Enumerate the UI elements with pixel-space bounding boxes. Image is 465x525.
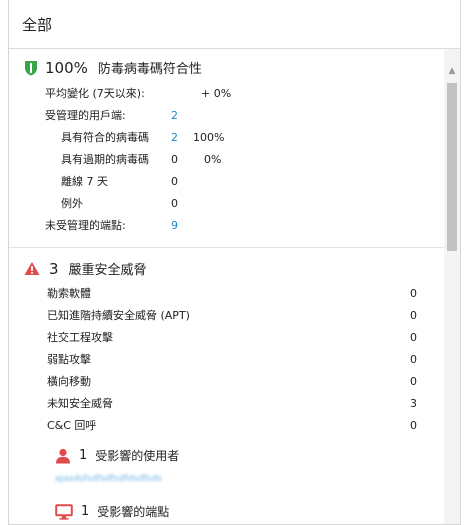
affected-users-label: 受影響的使用者 (95, 449, 180, 463)
avg-change-value: + 0% (201, 87, 232, 100)
compliant-pattern-label: 具有符合的病毒碼 (61, 131, 149, 144)
affected-endpoints-count: 1 (81, 504, 90, 519)
affected-endpoints-label: 受影響的端點 (97, 505, 170, 519)
avg-change-row: 平均變化 (7天以來): + 0% (45, 85, 245, 103)
vertical-scrollbar[interactable]: ▲ (444, 49, 460, 524)
unmanaged-endpoints-row: 未受管理的端點: 9 (45, 217, 245, 235)
widget-content: 100% 防毒病毒碼符合性 平均變化 (7天以來): + 0% 受管理的用戶端:… (9, 49, 444, 524)
threat-label: 勒索軟體 (47, 287, 91, 300)
threat-row-unknown: 未知安全威脅 3 (47, 395, 417, 413)
scroll-up-arrow[interactable]: ▲ (444, 63, 460, 79)
widget-title: 全部 (22, 15, 53, 34)
unmanaged-endpoints-label: 未受管理的端點: (45, 219, 126, 232)
affected-endpoints-title: 1 受影響的端點 (55, 503, 169, 520)
section-divider (9, 247, 444, 248)
outdated-pattern-percent: 0% (204, 153, 222, 166)
threat-row-ransomware: 勒索軟體 0 (47, 285, 417, 303)
unmanaged-endpoints-link[interactable]: 9 (171, 217, 178, 235)
antivirus-percent: 100% (45, 58, 88, 77)
threat-label: 社交工程攻擊 (47, 331, 113, 344)
compliant-pattern-row: 具有符合的病毒碼 2 100% (61, 129, 261, 147)
scrollbar-thumb[interactable] (447, 83, 457, 251)
threat-row-cc-callback: C&C 回呼 0 (47, 417, 417, 435)
threat-label: C&C 回呼 (47, 419, 97, 432)
threat-row-apt: 已知進階持續安全威脅 (APT) 0 (47, 307, 417, 325)
outdated-pattern-value: 0 (171, 153, 178, 166)
threat-label: 已知進階持續安全威脅 (APT) (47, 309, 190, 322)
threat-value: 0 (410, 309, 417, 322)
antivirus-section-title: 100% 防毒病毒碼符合性 (24, 58, 202, 77)
exceptions-value: 0 (171, 197, 178, 210)
managed-clients-row: 受管理的用戶端: 2 (45, 107, 245, 125)
exceptions-label: 例外 (61, 197, 83, 210)
threat-value: 0 (410, 419, 417, 432)
threats-title: 嚴重安全威脅 (68, 263, 147, 278)
threat-label: 弱點攻擊 (47, 353, 91, 366)
offline-7days-value: 0 (171, 175, 178, 188)
threat-value: 0 (410, 375, 417, 388)
threat-value: 0 (410, 287, 417, 300)
warning-triangle-icon (24, 261, 40, 276)
compliant-pattern-percent: 100% (193, 131, 225, 144)
offline-7days-label: 離線 7 天 (61, 175, 108, 188)
avg-change-label: 平均變化 (7天以來): (45, 87, 145, 100)
threat-row-vulnerability: 弱點攻擊 0 (47, 351, 417, 369)
user-icon (55, 448, 71, 464)
dashboard-widget: 全部 100% 防毒病毒碼符合性 平均變化 (7天以來): + 0% 受管理的用… (8, 0, 461, 525)
outdated-pattern-label: 具有過期的病毒碼 (61, 153, 149, 166)
threat-label: 橫向移動 (47, 375, 91, 388)
antivirus-title: 防毒病毒碼符合性 (97, 62, 202, 77)
widget-header: 全部 (9, 0, 460, 49)
threat-row-social-engineering: 社交工程攻擊 0 (47, 329, 417, 347)
affected-user-link[interactable]: ajasdsfsdfsdfsdfdsdfsds (55, 474, 162, 484)
managed-clients-label: 受管理的用戶端: (45, 109, 126, 122)
threat-value: 0 (410, 331, 417, 344)
affected-users-count: 1 (79, 448, 88, 463)
threat-label: 未知安全威脅 (47, 397, 113, 410)
exceptions-row: 例外 0 (61, 195, 261, 213)
threats-section-title: 3 嚴重安全威脅 (24, 259, 147, 278)
threat-row-lateral-movement: 橫向移動 0 (47, 373, 417, 391)
managed-clients-link[interactable]: 2 (171, 107, 178, 125)
affected-users-title: 1 受影響的使用者 (55, 447, 179, 464)
threat-value: 0 (410, 353, 417, 366)
shield-icon (24, 60, 38, 76)
compliant-pattern-link[interactable]: 2 (171, 129, 178, 147)
threats-count: 3 (49, 259, 59, 278)
offline-7days-row: 離線 7 天 0 (61, 173, 261, 191)
outdated-pattern-row: 具有過期的病毒碼 0 0% (61, 151, 261, 169)
threat-value: 3 (410, 397, 417, 410)
monitor-icon (55, 503, 73, 520)
